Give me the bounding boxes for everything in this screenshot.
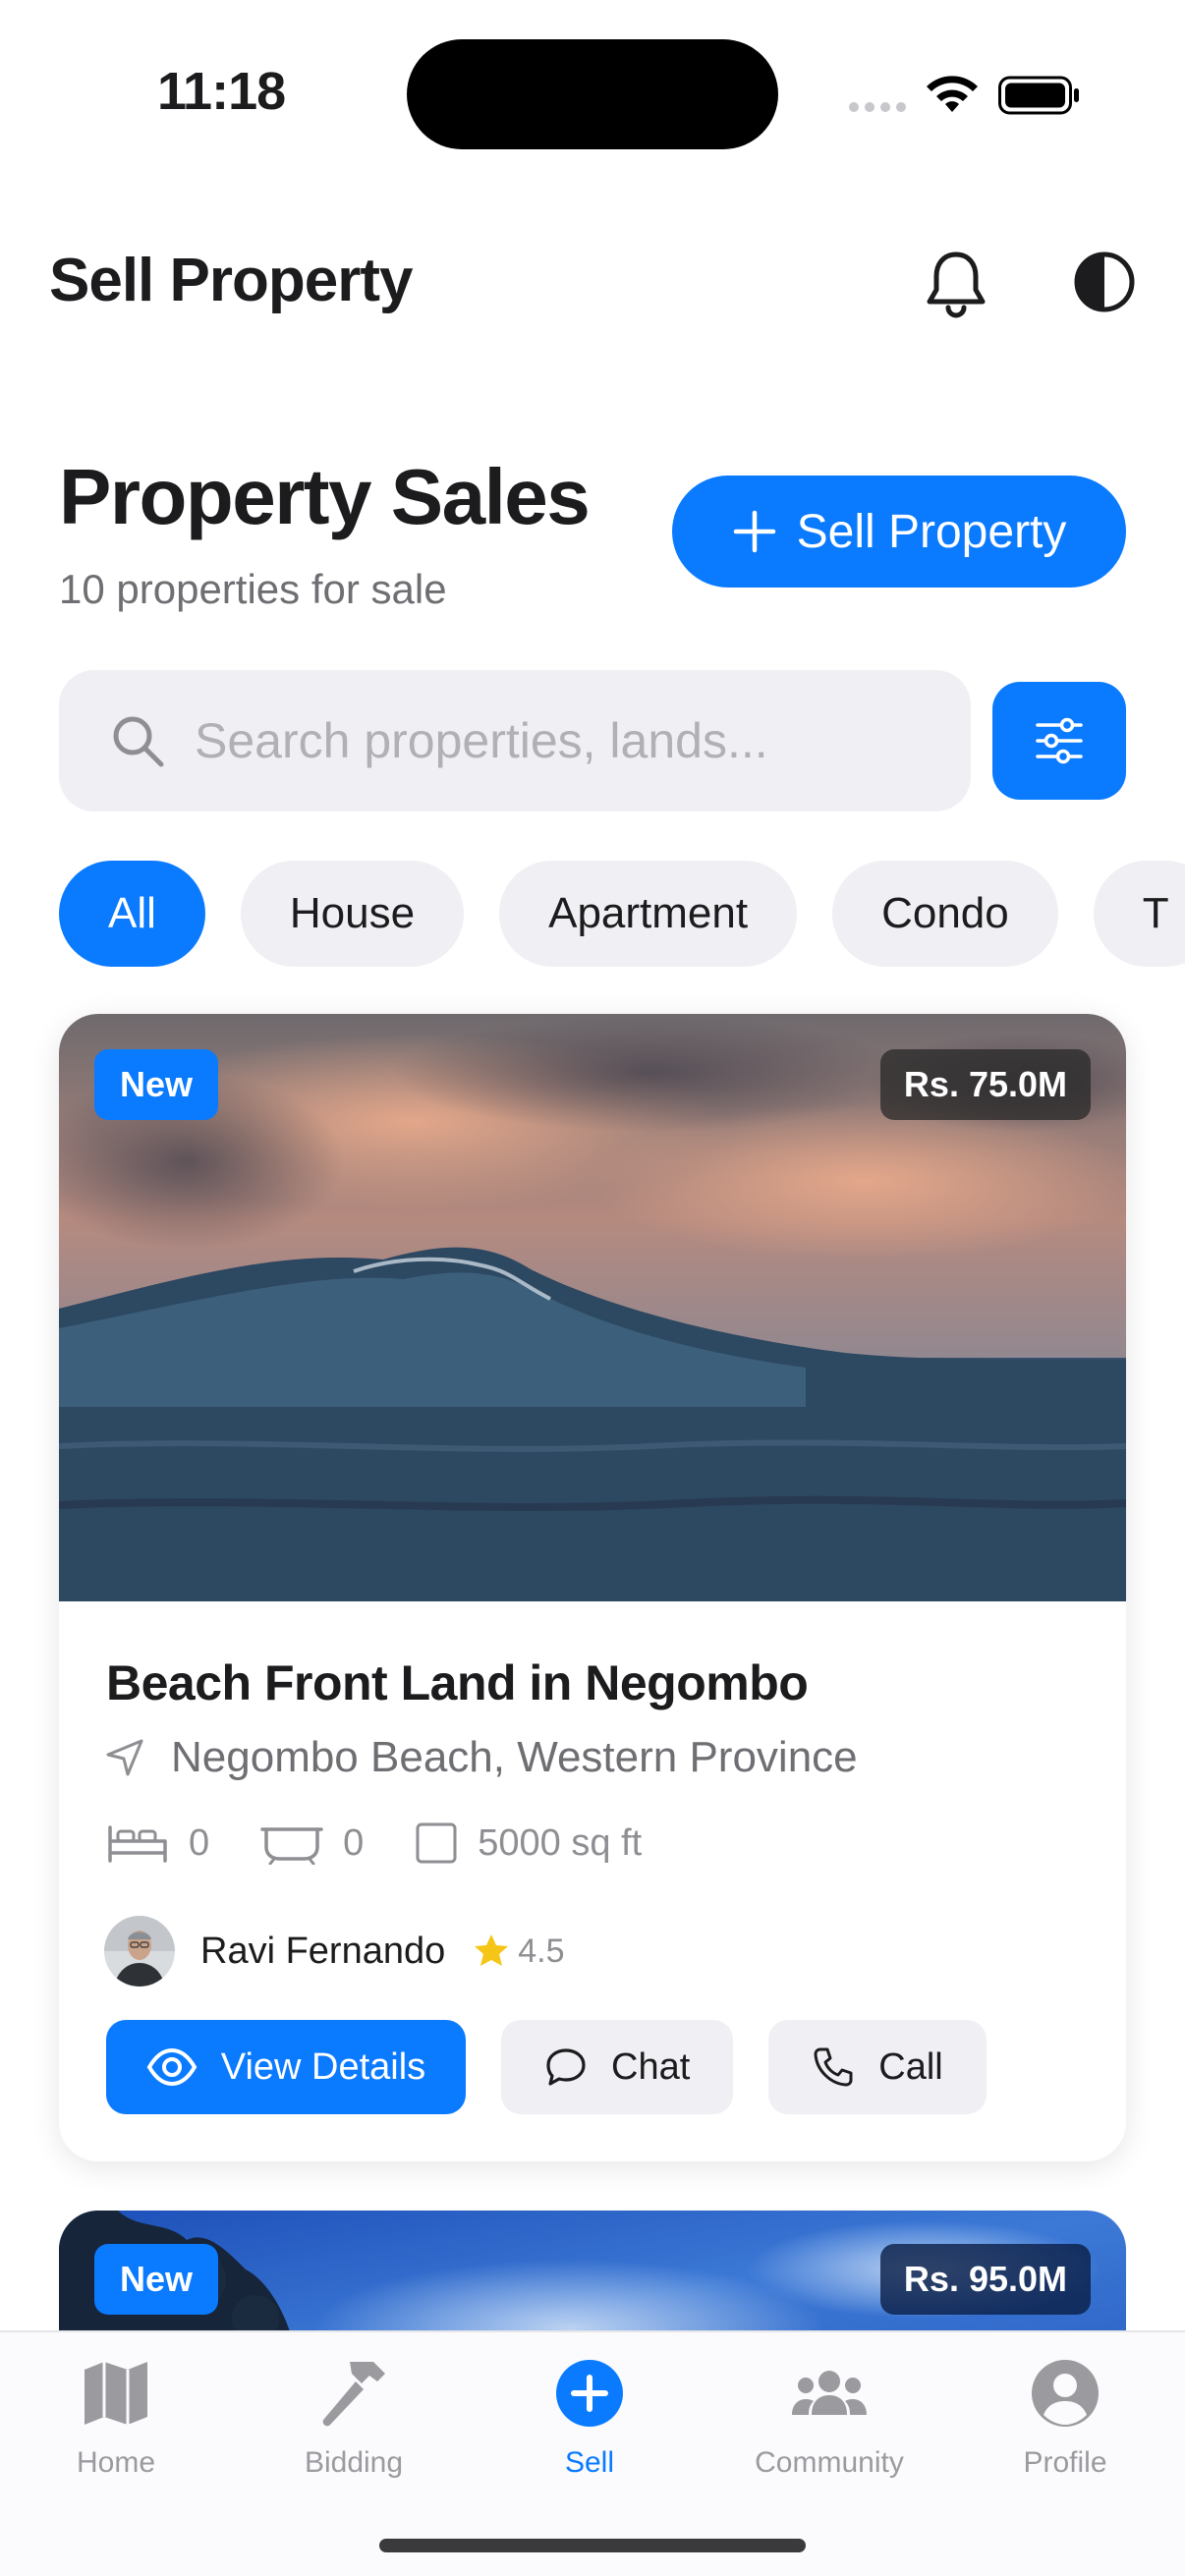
chat-button[interactable]: Chat	[501, 2020, 734, 2114]
filter-chip-apartment[interactable]: Apartment	[499, 861, 798, 967]
bedrooms-stat: 0	[106, 1821, 209, 1865]
property-card[interactable]: New Rs. 75.0M Beach Front Land in Negomb…	[59, 1014, 1126, 2161]
sell-property-button-label: Sell Property	[796, 505, 1067, 558]
properties-count: 10 properties for sale	[59, 566, 447, 612]
property-stats: 0 0 5000 sq ft	[106, 1821, 693, 1865]
tab-home-label: Home	[76, 2446, 156, 2479]
tab-sell[interactable]: Sell	[481, 2354, 698, 2480]
theme-toggle-icon[interactable]	[1073, 251, 1136, 313]
property-title[interactable]: Beach Front Land in Negombo	[106, 1654, 809, 1711]
new-badge-next: New	[94, 2244, 219, 2315]
sell-property-button[interactable]: Sell Property	[672, 476, 1126, 588]
bathrooms-stat: 0	[260, 1821, 364, 1865]
home-indicator	[379, 2539, 806, 2552]
map-icon	[85, 2362, 147, 2425]
plus-icon	[733, 510, 775, 553]
price-badge-next: Rs. 95.0M	[879, 2244, 1091, 2315]
people-icon	[792, 2371, 867, 2415]
filter-chip-condo[interactable]: Condo	[832, 861, 1058, 967]
search-icon	[113, 716, 164, 767]
area-stat: 5000 sq ft	[415, 1821, 642, 1865]
page-title: Property Sales	[59, 453, 591, 540]
plus-circle-icon	[556, 2360, 623, 2427]
filter-button[interactable]	[992, 682, 1126, 800]
hammer-icon	[322, 2362, 385, 2427]
chat-bubble-icon	[546, 2048, 586, 2086]
agent-avatar[interactable]	[104, 1916, 175, 1987]
bed-icon	[108, 1825, 167, 1863]
chat-label: Chat	[611, 2045, 691, 2088]
card-actions: View Details Chat Call	[106, 2020, 987, 2114]
location-text: Negombo Beach, Western Province	[171, 1733, 858, 1781]
star-icon	[475, 1934, 509, 1966]
call-label: Call	[878, 2045, 943, 2088]
bathrooms-count: 0	[343, 1821, 365, 1864]
sliders-icon	[1036, 717, 1083, 764]
tab-bidding-label: Bidding	[304, 2446, 404, 2479]
search-input[interactable]	[195, 712, 922, 769]
eye-icon	[146, 2047, 198, 2087]
area-value: 5000 sq ft	[478, 1821, 643, 1864]
property-image[interactable]: New Rs. 75.0M	[59, 1014, 1126, 1601]
dynamic-island	[407, 39, 778, 149]
app-title: Sell Property	[49, 247, 413, 314]
battery-icon	[998, 76, 1079, 115]
category-filters: All House Apartment Condo T	[59, 861, 1185, 969]
location-arrow-icon	[106, 1739, 143, 1776]
property-location: Negombo Beach, Western Province	[104, 1733, 858, 1782]
bell-icon[interactable]	[924, 249, 988, 319]
tab-bidding[interactable]: Bidding	[246, 2354, 462, 2480]
new-badge: New	[94, 1049, 219, 1120]
status-bar: 11:18	[0, 0, 1185, 182]
agent-info[interactable]: Ravi Fernando 4.5	[104, 1916, 565, 1987]
tab-community-label: Community	[755, 2446, 904, 2479]
app-bar: Sell Property	[0, 182, 1185, 388]
view-details-button[interactable]: View Details	[106, 2020, 466, 2114]
bathtub-icon	[260, 1827, 323, 1865]
cellular-signal-icon	[849, 102, 906, 112]
wifi-icon	[927, 76, 978, 112]
tab-profile-label: Profile	[1023, 2446, 1107, 2479]
call-button[interactable]: Call	[768, 2020, 987, 2114]
tab-community[interactable]: Community	[721, 2354, 937, 2480]
price-badge: Rs. 75.0M	[879, 1049, 1091, 1120]
filter-chip-house[interactable]: House	[240, 861, 465, 967]
area-square-icon	[416, 1822, 457, 1864]
tab-sell-label: Sell	[564, 2446, 615, 2479]
person-circle-icon	[1032, 2360, 1099, 2427]
status-time: 11:18	[157, 62, 286, 121]
filter-chip-all[interactable]: All	[59, 861, 205, 967]
bedrooms-count: 0	[189, 1821, 210, 1864]
tab-home[interactable]: Home	[8, 2354, 224, 2480]
filter-chip-more[interactable]: T	[1093, 861, 1185, 967]
view-details-label: View Details	[220, 2045, 426, 2088]
phone-icon	[814, 2047, 853, 2087]
tab-profile[interactable]: Profile	[957, 2354, 1173, 2480]
agent-name: Ravi Fernando	[200, 1930, 446, 1972]
search-bar[interactable]	[59, 670, 971, 812]
agent-rating: 4.5	[518, 1932, 565, 1970]
